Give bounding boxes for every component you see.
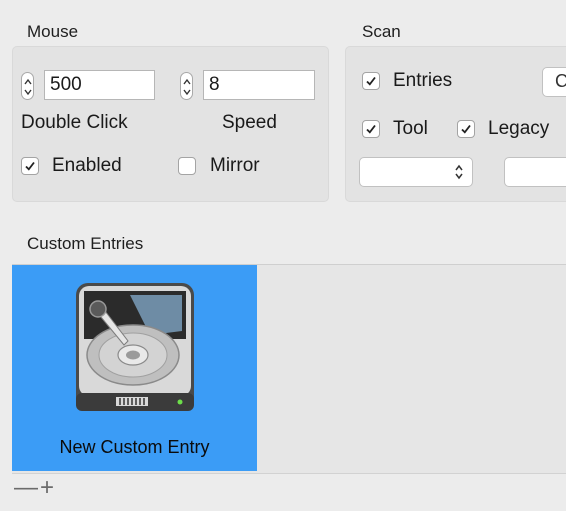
checkmark-icon <box>366 76 376 86</box>
custom-entry-label: New Custom Entry <box>59 437 210 457</box>
custom-entries-toolbar: — + <box>12 473 566 511</box>
scan-group-title: Scan <box>362 22 401 41</box>
enabled-label: Enabled <box>52 155 122 176</box>
mirror-label: Mirror <box>210 155 260 176</box>
remove-entry-button[interactable]: — <box>14 474 38 502</box>
speed-stepper[interactable] <box>180 72 193 100</box>
entries-checkbox[interactable] <box>362 72 380 90</box>
tool-label: Tool <box>393 118 428 139</box>
checkmark-icon <box>366 124 376 134</box>
double-click-field[interactable]: 500 <box>44 70 155 100</box>
tool-checkbox[interactable] <box>362 120 380 138</box>
add-entry-button[interactable]: + <box>36 474 58 502</box>
legacy-checkbox[interactable] <box>457 120 475 138</box>
scan-popup-button[interactable] <box>359 157 473 187</box>
scan-secondary-button[interactable] <box>504 157 566 187</box>
checkmark-icon <box>461 124 471 134</box>
stepper-arrows-icon <box>183 78 191 96</box>
mouse-group-title: Mouse <box>27 22 79 41</box>
double-click-stepper[interactable] <box>21 72 34 100</box>
speed-label: Speed <box>222 112 277 133</box>
legacy-label: Legacy <box>488 118 550 139</box>
mirror-checkbox[interactable] <box>178 157 196 175</box>
updown-chevron-icon <box>455 164 463 180</box>
custom-entry-item[interactable]: New Custom Entry <box>12 265 257 471</box>
custom-entries-collection[interactable]: New Custom Entry <box>12 264 566 473</box>
double-click-label: Double Click <box>21 112 128 133</box>
enabled-checkbox[interactable] <box>21 157 39 175</box>
custom-entries-title: Custom Entries <box>27 234 144 253</box>
scan-action-button[interactable]: C <box>542 67 566 97</box>
scan-action-button-label: C <box>555 71 566 92</box>
speed-field[interactable]: 8 <box>203 70 315 100</box>
stepper-arrows-icon <box>24 78 32 96</box>
checkmark-icon <box>25 161 35 171</box>
entries-label: Entries <box>393 70 453 91</box>
hard-drive-icon <box>76 283 194 411</box>
